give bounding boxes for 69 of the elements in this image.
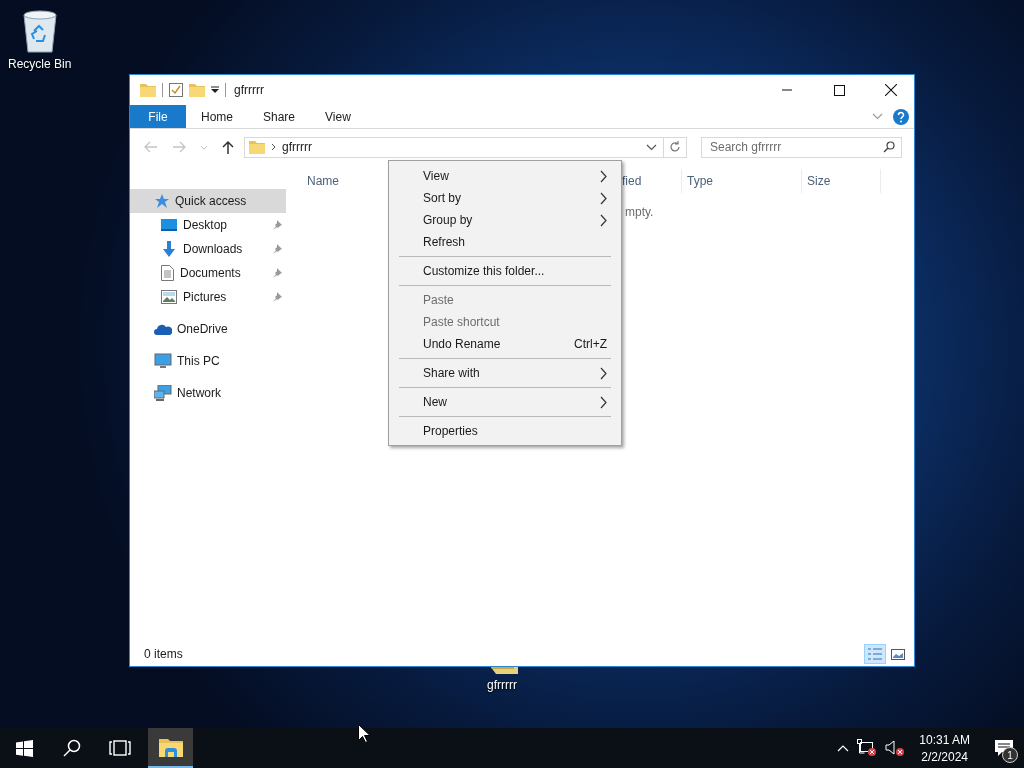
ribbon-tab[interactable]: View (310, 105, 366, 128)
notification-badge: 1 (1002, 747, 1018, 763)
volume-muted-icon[interactable] (885, 739, 906, 757)
clock-date[interactable]: 2/2/2024 (921, 749, 968, 764)
computer-icon (154, 353, 172, 369)
sidebar-item[interactable]: Quick access (130, 189, 286, 213)
download-icon (161, 241, 177, 257)
menu-item[interactable]: Refresh (389, 231, 621, 253)
file-explorer-button[interactable] (148, 728, 193, 768)
column-header[interactable]: Size (802, 169, 881, 193)
properties-icon[interactable] (169, 83, 183, 97)
item-count: 0 items (144, 647, 183, 661)
windows-logo-icon (15, 739, 33, 757)
sidebar-item[interactable]: Documents (130, 261, 286, 285)
details-list-icon (867, 647, 883, 661)
sidebar-item[interactable]: Downloads (130, 237, 286, 261)
menu-item[interactable]: Properties (389, 420, 621, 442)
desktop-icon-label[interactable]: Recycle Bin (8, 57, 72, 71)
document-icon (161, 265, 174, 281)
pin-icon[interactable] (272, 292, 282, 302)
folder-icon (158, 737, 183, 757)
sidebar-item[interactable]: Desktop (130, 213, 286, 237)
menu-item[interactable]: Group by (389, 209, 621, 231)
new-folder-icon (189, 83, 205, 97)
menu-item[interactable]: Share with (389, 362, 621, 384)
help-icon[interactable] (893, 108, 909, 125)
breadcrumb-chevron-icon (271, 143, 276, 151)
star-icon (154, 193, 170, 209)
refresh-icon (669, 141, 681, 153)
file-tab[interactable]: File (130, 105, 186, 128)
pin-icon[interactable] (272, 268, 282, 278)
pin-icon[interactable] (272, 220, 282, 230)
shortcut-text: Ctrl+Z (574, 337, 607, 351)
task-view-icon (109, 740, 131, 756)
sidebar-item[interactable]: This PC (130, 349, 286, 373)
menu-item[interactable]: Undo Rename Ctrl+Z (389, 333, 621, 355)
sidebar-item[interactable]: OneDrive (130, 317, 286, 341)
close-icon (885, 84, 897, 96)
desktop-icon (161, 218, 177, 232)
expand-ribbon-icon[interactable] (872, 113, 883, 120)
mouse-cursor-icon (358, 724, 370, 743)
address-bar[interactable]: gfrrrrr (244, 136, 687, 158)
address-path[interactable]: gfrrrrr (282, 140, 640, 154)
folder-icon (249, 140, 265, 154)
empty-folder-message: mpty. (625, 205, 654, 219)
folder-icon (140, 83, 156, 97)
ribbon-tab[interactable]: Home (186, 105, 248, 128)
pin-icon[interactable] (272, 244, 282, 254)
network-icon (154, 385, 172, 401)
window-title: gfrrrrr (234, 83, 264, 97)
maximize-icon (833, 84, 845, 96)
network-error-icon[interactable] (857, 739, 878, 757)
clock-time[interactable]: 10:31 AM (919, 732, 970, 747)
column-header[interactable]: Type (682, 169, 802, 193)
search-icon (63, 739, 81, 757)
pictures-icon (161, 290, 177, 304)
cloud-icon (154, 323, 172, 335)
menu-item[interactable]: Customize this folder... (389, 260, 621, 282)
sidebar-item[interactable]: Pictures (130, 285, 286, 309)
sidebar-item[interactable]: Network (130, 381, 286, 405)
search-icon (883, 140, 895, 153)
ribbon-tab[interactable]: Share (248, 105, 311, 128)
menu-item[interactable]: New (389, 391, 621, 413)
dropdown-icon[interactable] (211, 86, 219, 94)
chevron-down-icon[interactable] (646, 143, 657, 151)
search-field[interactable]: Search gfrrrrr (701, 136, 902, 158)
desktop-icon-label[interactable]: gfrrrrr (487, 678, 517, 692)
show-hidden-icons-icon[interactable] (837, 744, 850, 752)
image-icon (891, 648, 905, 660)
